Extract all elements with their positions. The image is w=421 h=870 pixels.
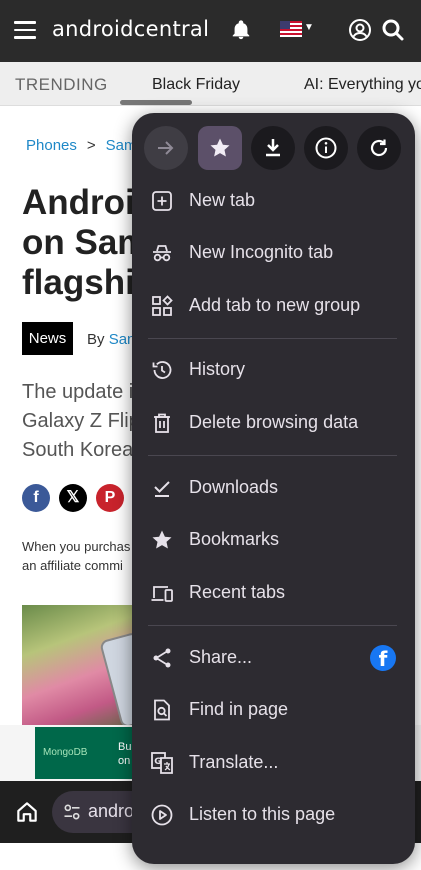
page-settings-icon[interactable]: [62, 802, 82, 822]
menu-item-label: Delete browsing data: [189, 412, 359, 432]
menu-item-label: Listen to this page: [189, 804, 336, 824]
menu-divider: [148, 625, 397, 626]
menu-item-label: Find in page: [189, 699, 289, 719]
trending-bar: TRENDING Black Friday AI: Everything you: [0, 62, 421, 106]
ad-brand: MongoDB: [43, 747, 88, 758]
pinterest-icon[interactable]: P: [96, 484, 124, 512]
x-icon[interactable]: 𝕏: [59, 484, 87, 512]
menu-toolbar: [132, 113, 415, 183]
facebook-share-icon[interactable]: f: [370, 645, 396, 671]
history-icon: [152, 361, 172, 379]
bell-icon[interactable]: [230, 18, 252, 42]
byline: By San: [87, 331, 135, 348]
menu-item-new-tab[interactable]: New tab: [132, 175, 415, 227]
play-circle-icon: [151, 804, 173, 826]
find-in-page-icon: [154, 699, 170, 721]
trending-item[interactable]: AI: Everything you: [304, 76, 421, 94]
trending-item[interactable]: Black Friday: [152, 76, 240, 94]
ad-copy-line: on: [118, 755, 131, 767]
svg-text:G: G: [154, 757, 161, 767]
site-logo[interactable]: androidcentral: [52, 17, 209, 41]
translate-icon: G: [151, 752, 173, 774]
us-flag-icon[interactable]: [280, 21, 302, 37]
menu-item-bookmarks[interactable]: Bookmarks: [132, 514, 415, 566]
page-info-button[interactable]: [304, 126, 348, 170]
menu-item-listen-to-page[interactable]: Listen to this page: [132, 789, 415, 841]
menu-item-label: New tab: [189, 190, 256, 210]
ad-copy: Bu on: [118, 740, 131, 768]
menu-item-downloads[interactable]: Downloads: [132, 462, 415, 514]
info-icon: [315, 137, 337, 159]
menu-item-label: Translate...: [189, 752, 279, 772]
bookmark-button[interactable]: [198, 126, 242, 170]
trending-label: TRENDING: [15, 75, 108, 94]
forward-button[interactable]: [144, 126, 188, 170]
address-text[interactable]: andro: [88, 801, 134, 822]
breadcrumb-link[interactable]: Phones: [26, 137, 77, 154]
menu-item-label: Bookmarks: [189, 529, 280, 549]
add-box-icon: [152, 191, 172, 211]
menu-item-label: Downloads: [189, 477, 279, 497]
chevron-down-icon[interactable]: ▼: [304, 22, 314, 33]
menu-divider: [148, 455, 397, 456]
star-icon: [152, 530, 172, 549]
menu-item-find-in-page[interactable]: Find in page: [132, 684, 415, 736]
menu-item-recent-tabs[interactable]: Recent tabs: [132, 567, 415, 619]
byline-prefix: By: [87, 331, 105, 348]
menu-item-label: History: [189, 359, 246, 379]
menu-divider: [148, 338, 397, 339]
menu-item-label: Share...: [189, 647, 253, 667]
hamburger-menu-icon[interactable]: [14, 21, 36, 39]
tab-group-icon: [152, 295, 173, 316]
devices-icon: [151, 586, 173, 602]
scroll-indicator: [120, 100, 192, 105]
download-icon: [266, 139, 280, 157]
reload-icon: [370, 139, 388, 157]
menu-item-new-incognito-tab[interactable]: New Incognito tab: [132, 227, 415, 279]
arrow-forward-icon: [158, 141, 174, 155]
category-tag[interactable]: News: [22, 322, 73, 355]
download-button[interactable]: [251, 126, 295, 170]
star-icon: [210, 138, 230, 157]
site-header: androidcentral ▼: [0, 0, 421, 62]
menu-item-add-tab-to-group[interactable]: Add tab to new group: [132, 280, 415, 332]
downloads-check-icon: [154, 481, 170, 497]
incognito-icon: [153, 245, 171, 262]
breadcrumb: Phones > Sam: [26, 137, 136, 154]
home-icon[interactable]: [14, 799, 40, 825]
menu-item-translate[interactable]: G Translate...: [132, 737, 415, 789]
menu-item-label: New Incognito tab: [189, 242, 334, 262]
reload-button[interactable]: [357, 126, 401, 170]
browser-overflow-menu: New tab New Incognito tab Add tab to new…: [132, 113, 415, 864]
menu-item-delete-browsing-data[interactable]: Delete browsing data: [132, 397, 415, 449]
menu-item-label: Recent tabs: [189, 582, 286, 602]
menu-item-history[interactable]: History: [132, 344, 415, 396]
account-icon[interactable]: [348, 18, 372, 42]
menu-item-share[interactable]: Share... f: [132, 632, 415, 684]
menu-item-label: Add tab to new group: [189, 295, 361, 315]
breadcrumb-separator: >: [86, 137, 96, 154]
facebook-icon[interactable]: f: [22, 484, 50, 512]
ad-copy-line: Bu: [118, 741, 132, 753]
share-icon: [153, 648, 171, 668]
search-icon[interactable]: [381, 18, 405, 42]
trash-icon: [154, 413, 170, 433]
